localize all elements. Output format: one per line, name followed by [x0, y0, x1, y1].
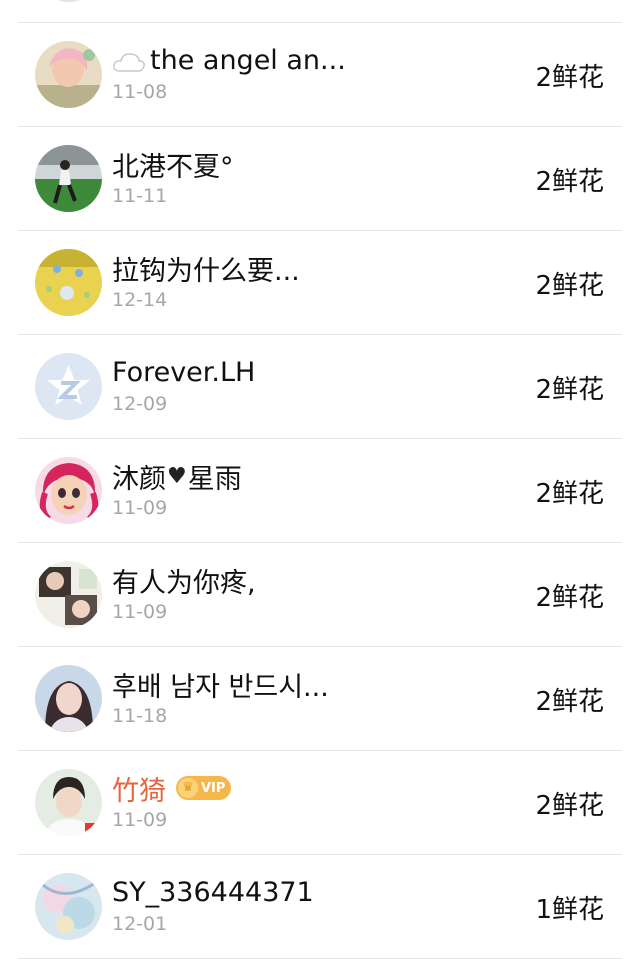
flower-count: 1鲜花	[535, 895, 604, 925]
contact-name: 拉钩为什么要...	[112, 255, 300, 287]
avatar-boy-portrait[interactable]	[35, 769, 102, 836]
contact-name: 후배 남자 반드시...	[112, 671, 329, 703]
contact-name: Forever.LH	[112, 356, 256, 388]
avatar-person-on-grass[interactable]	[35, 145, 102, 212]
heart-icon: ♥	[167, 463, 187, 489]
avatar-cartoon-girl[interactable]	[35, 457, 102, 524]
date-label: 11-18	[112, 705, 168, 727]
contact-name: 竹猗 ♛ VIP	[112, 769, 232, 807]
avatar-default-qzone[interactable]	[35, 353, 102, 420]
flower-count: 2鲜花	[535, 63, 604, 93]
avatar-girl-portrait[interactable]	[35, 665, 102, 732]
contact-name: 有人为你疼,	[112, 567, 256, 599]
list-item[interactable]: SY_336444371 12-01 1鲜花	[0, 855, 640, 959]
crown-icon: ♛	[178, 778, 198, 798]
list-item[interactable]: the angel an... 11-08 2鲜花	[0, 23, 640, 127]
date-label: 11-08	[112, 81, 168, 103]
avatar-anime-girl[interactable]	[35, 41, 102, 108]
list-item-partial[interactable]	[0, 0, 640, 22]
list-item[interactable]: 北港不夏° 11-11 2鲜花	[0, 127, 640, 231]
date-label: 11-11	[112, 185, 168, 207]
list-item[interactable]: 沐颜 ♥ 星雨 11-09 2鲜花	[0, 439, 640, 543]
contact-name-part: 沐颜	[112, 463, 166, 495]
avatar-two-photos[interactable]	[35, 561, 102, 628]
contact-name: 北港不夏°	[112, 151, 234, 183]
flower-count: 2鲜花	[535, 167, 604, 197]
flower-count: 2鲜花	[535, 271, 604, 301]
list-item[interactable]: 有人为你疼, 11-09 2鲜花	[0, 543, 640, 647]
list-item[interactable]: Forever.LH 12-09 2鲜花	[0, 335, 640, 439]
contact-name-text: 竹猗	[112, 775, 166, 807]
date-label: 12-09	[112, 393, 168, 415]
date-label: 12-01	[112, 913, 168, 935]
flower-count: 2鲜花	[535, 479, 604, 509]
avatar-pastel-art[interactable]	[35, 873, 102, 940]
date-label: 11-09	[112, 809, 168, 831]
avatar	[36, 0, 102, 2]
contact-name-part: 星雨	[187, 463, 242, 495]
vip-badge-label: VIP	[201, 780, 226, 796]
flower-count: 2鲜花	[535, 791, 604, 821]
list-item[interactable]: 竹猗 ♛ VIP 11-09 2鲜花	[0, 751, 640, 855]
contact-name: 沐颜 ♥ 星雨	[112, 457, 242, 495]
date-label: 11-09	[112, 497, 168, 519]
cloud-icon	[112, 49, 146, 72]
flower-count: 2鲜花	[535, 583, 604, 613]
contact-name-text: the angel an...	[150, 44, 346, 76]
flower-count: 2鲜花	[535, 687, 604, 717]
date-label: 11-09	[112, 601, 168, 623]
avatar-yellow-game[interactable]	[35, 249, 102, 316]
contact-name: SY_336444371	[112, 876, 314, 908]
divider	[18, 958, 622, 959]
flower-list: the angel an... 11-08 2鲜花 北港不夏° 11-11 2鲜…	[0, 0, 640, 960]
list-item[interactable]: 후배 남자 반드시... 11-18 2鲜花	[0, 647, 640, 751]
flower-count: 2鲜花	[535, 375, 604, 405]
list-item[interactable]: 拉钩为什么要... 12-14 2鲜花	[0, 231, 640, 335]
contact-name: the angel an...	[112, 41, 346, 79]
vip-badge: ♛ VIP	[176, 776, 232, 800]
date-label: 12-14	[112, 289, 168, 311]
